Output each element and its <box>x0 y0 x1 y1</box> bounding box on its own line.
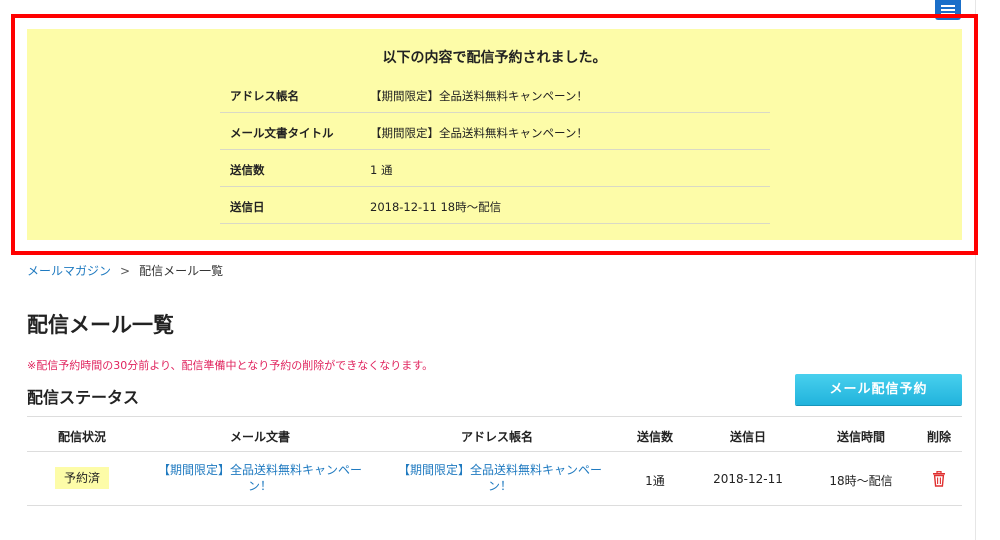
status-badge: 予約済 <box>55 467 109 489</box>
send-count: 1通 <box>645 474 665 488</box>
column-header-address-book: アドレス帳名 <box>460 430 533 444</box>
highlight-frame <box>11 14 978 255</box>
mail-document-link-line: 【期間限定】全品送料無料キャンペー <box>157 463 362 477</box>
breadcrumb-separator: > <box>120 264 131 278</box>
mail-reserve-button[interactable]: メール配信予約 <box>795 374 962 405</box>
hamburger-menu-icon-line <box>941 9 955 11</box>
warning-note: ※配信予約時間の30分前より、配信準備中となり予約の削除ができなくなります。 <box>27 359 434 372</box>
address-book-link-line: ン！ <box>487 479 512 493</box>
delete-button[interactable] <box>932 470 946 487</box>
table-bottom-divider <box>27 505 962 506</box>
send-date: 2018-12-11 <box>713 472 783 486</box>
address-book-link[interactable]: 【期間限定】全品送料無料キャンペー ン！ <box>390 462 610 494</box>
page-title: 配信メール一覧 <box>27 313 174 337</box>
column-header-date: 送信日 <box>729 430 766 444</box>
column-header-time: 送信時間 <box>836 430 885 444</box>
table-top-divider <box>27 416 962 417</box>
section-title: 配信ステータス <box>27 388 140 407</box>
column-header-delete: 削除 <box>926 430 951 444</box>
column-header-status: 配信状況 <box>57 430 106 444</box>
table-header-divider <box>27 451 962 452</box>
hamburger-menu-icon <box>941 5 955 7</box>
breadcrumb-link-mail-magazine[interactable]: メールマガジン <box>27 264 111 278</box>
breadcrumb: メールマガジン > 配信メール一覧 <box>27 262 223 279</box>
column-header-count: 送信数 <box>636 430 673 444</box>
mail-document-link[interactable]: 【期間限定】全品送料無料キャンペー ン！ <box>150 462 370 494</box>
send-time: 18時〜配信 <box>829 474 893 488</box>
page-right-edge <box>975 0 1000 540</box>
breadcrumb-current: 配信メール一覧 <box>139 264 224 278</box>
column-header-mail: メール文書 <box>229 430 290 444</box>
address-book-link-line: 【期間限定】全品送料無料キャンペー <box>397 463 602 477</box>
trash-icon <box>933 470 945 487</box>
mail-document-link-line: ン！ <box>247 479 272 493</box>
